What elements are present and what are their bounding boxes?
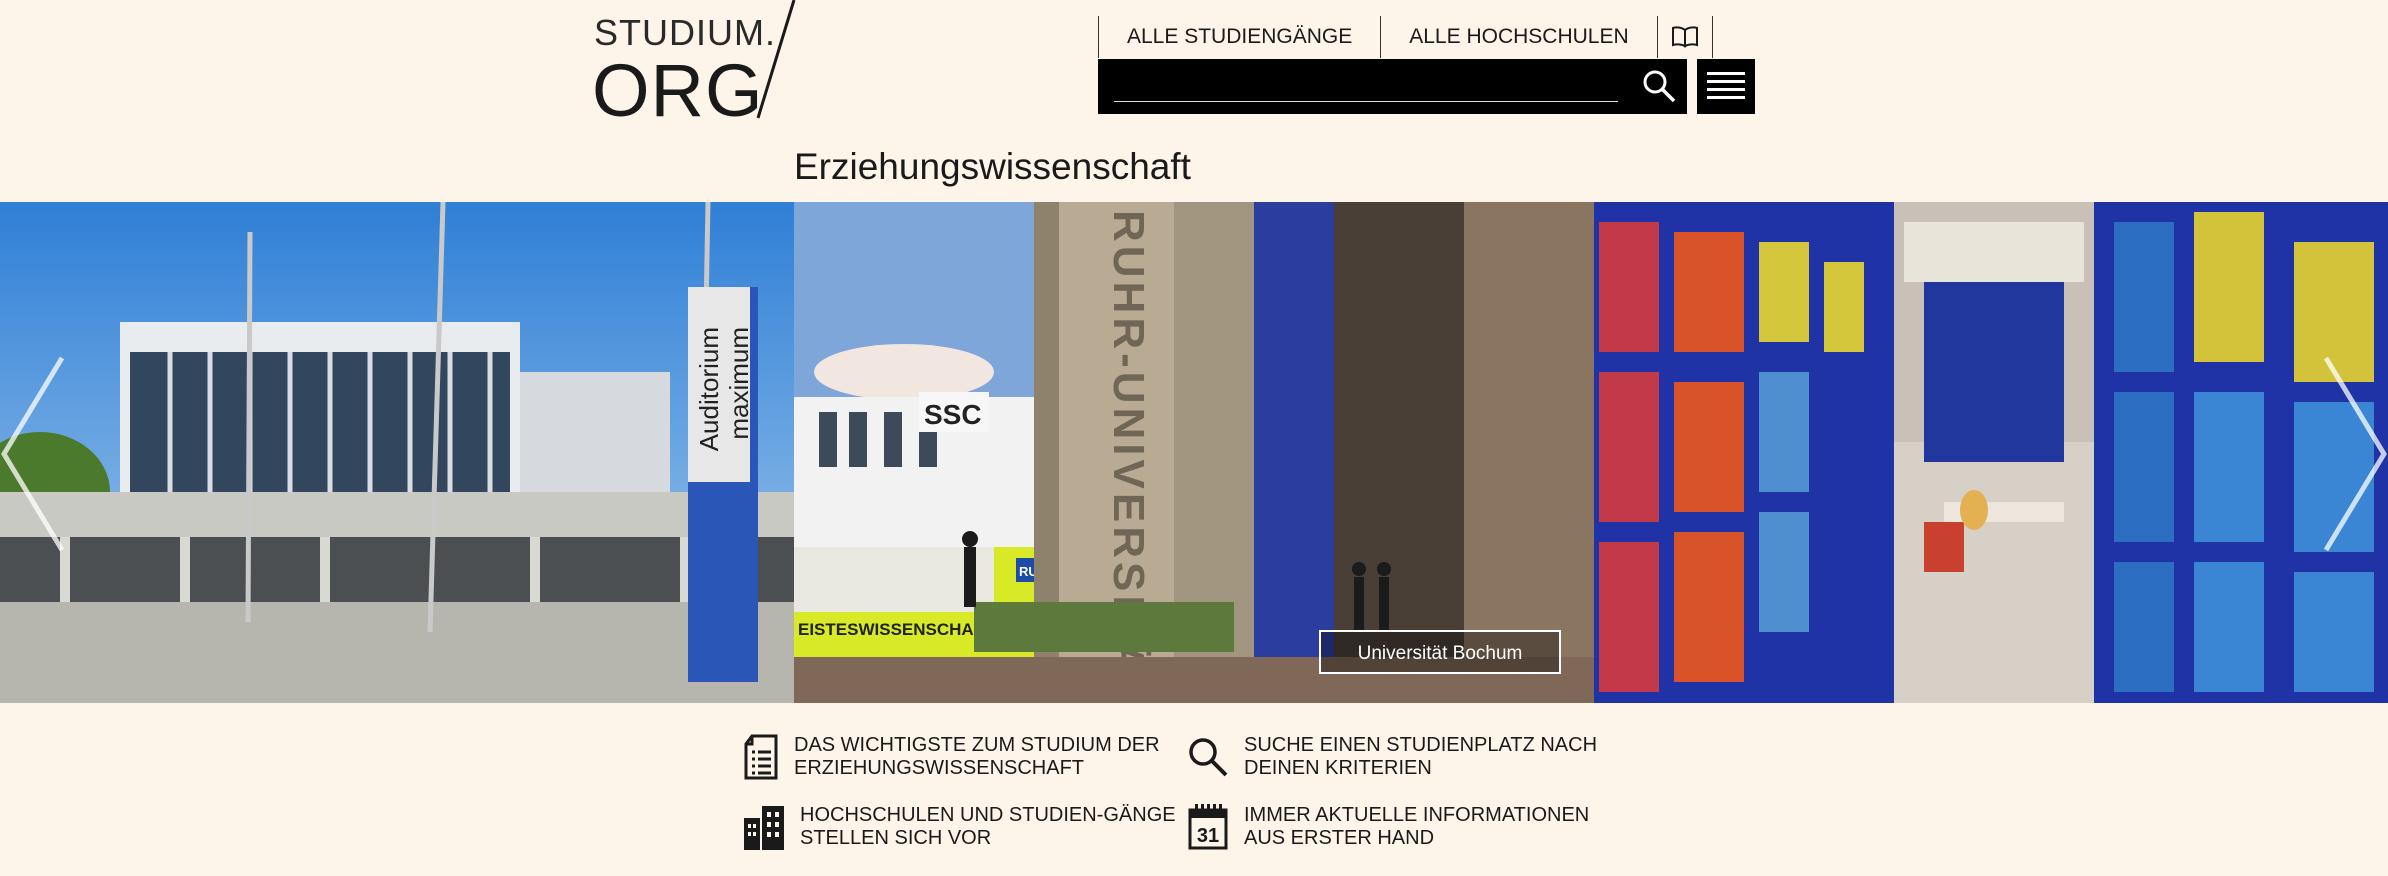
ruhr-universitaet-photo: SSC EISTESWISSENSCHAFTEN RUB RUHR-UNIVER… — [794, 202, 1594, 703]
feature-item-news[interactable]: 31 IMMER AKTUELLE INFORMATIONEN AUS ERST… — [1188, 804, 1589, 850]
feature-item-search[interactable]: SUCHE EINEN STUDIENPLATZ NACH DEINEN KRI… — [1188, 734, 1597, 780]
carousel-next-arrow[interactable] — [2322, 354, 2388, 554]
auditorium-sign-line2: maximum — [724, 327, 754, 440]
feature-universities-line1: HOCHSCHULEN UND STUDIEN-GÄNGE — [800, 804, 1176, 826]
library-shelves-photo — [1594, 202, 2388, 703]
nav-book-button[interactable] — [1656, 16, 1713, 58]
logo-line-org: ORG — [592, 49, 764, 132]
feature-news-line1: IMMER AKTUELLE INFORMATIONEN — [1244, 804, 1590, 826]
search-icon — [1643, 70, 1676, 103]
book-icon — [1671, 26, 1698, 48]
auditorium-maximum-photo: Auditorium maximum — [0, 202, 794, 703]
nav-all-programs[interactable]: ALLE STUDIENGÄNGE — [1098, 16, 1380, 58]
feature-item-universities[interactable]: HOCHSCHULEN UND STUDIEN-GÄNGE STELLEN SI… — [744, 804, 1176, 850]
menu-button[interactable] — [1697, 59, 1755, 114]
search-input[interactable] — [1114, 71, 1618, 102]
feature-essentials-line1: DAS WICHTIGSTE ZUM STUDIUM DER — [794, 734, 1160, 756]
document-list-icon — [744, 734, 778, 780]
auditorium-sign-line1: Auditorium — [694, 327, 724, 451]
search-bar — [1098, 59, 1687, 114]
magnifier-icon — [1189, 738, 1228, 777]
ssc-sign: SSC — [924, 399, 982, 430]
site-logo[interactable]: STUDIUM. ORG — [592, 0, 822, 132]
feature-search-line1: SUCHE EINEN STUDIENPLATZ NACH — [1244, 734, 1598, 756]
page-title: Erziehungswissenschaft — [794, 146, 1191, 187]
carousel-prev-arrow[interactable] — [0, 354, 66, 554]
feature-list: DAS WICHTIGSTE ZUM STUDIUM DER ERZIEHUNG… — [744, 734, 1644, 864]
buildings-icon — [744, 806, 784, 850]
carousel-caption-button[interactable]: Universität Bochum — [1319, 630, 1561, 674]
calendar-icon: 31 — [1188, 804, 1228, 850]
nav-all-universities[interactable]: ALLE HOCHSCHULEN — [1380, 16, 1656, 58]
image-carousel: Auditorium maximum SSC EISTESWISSENSCHAF… — [0, 202, 2388, 703]
feature-news-line2: AUS ERSTER HAND — [1244, 827, 1435, 849]
feature-universities-line2: STELLEN SICH VOR — [800, 827, 992, 849]
search-button[interactable] — [1641, 68, 1677, 104]
feature-item-essentials[interactable]: DAS WICHTIGSTE ZUM STUDIUM DER ERZIEHUNG… — [744, 734, 1160, 780]
logo-slash — [756, 0, 796, 119]
top-navigation: ALLE STUDIENGÄNGE ALLE HOCHSCHULEN — [1098, 16, 1713, 58]
feature-essentials-line2: ERZIEHUNGSWISSENSCHAFT — [794, 757, 1085, 779]
calendar-day: 31 — [1197, 825, 1219, 847]
feature-search-line2: DEINEN KRITERIEN — [1244, 757, 1432, 779]
